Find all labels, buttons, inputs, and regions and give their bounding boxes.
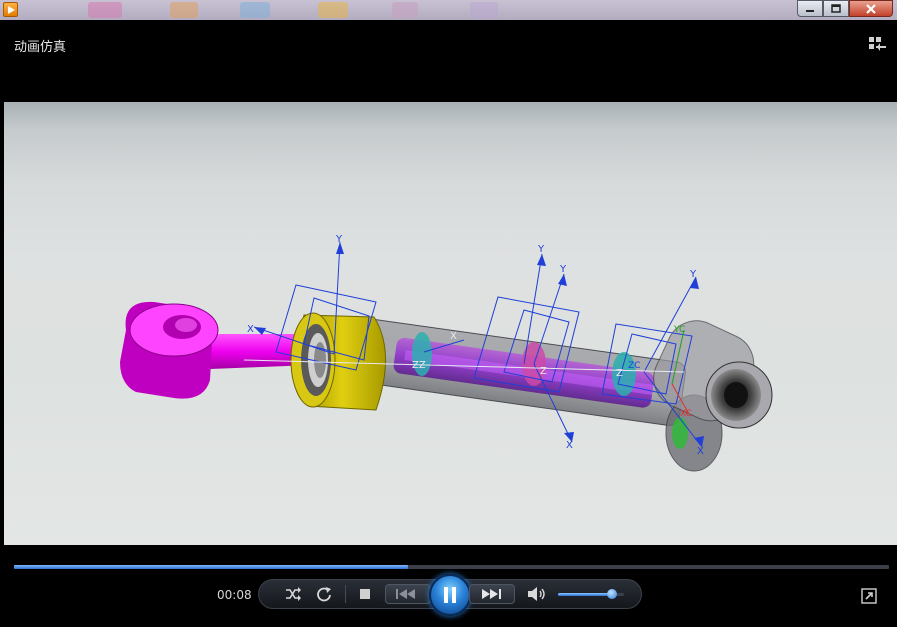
shuffle-icon: [286, 587, 301, 601]
stop-icon: [360, 589, 370, 599]
volume-icon: [528, 587, 545, 601]
video-title: 动画仿真: [14, 40, 67, 55]
blurred-background: [88, 2, 122, 18]
close-icon: [866, 3, 876, 14]
volume-level: [558, 593, 613, 596]
switch-to-library-button[interactable]: [860, 587, 878, 605]
axis-label-z: Z: [540, 366, 547, 377]
axis-label-x: X: [247, 324, 254, 335]
axis-label-y: Y: [559, 264, 567, 275]
expand-icon: [861, 588, 877, 604]
seek-progress: [14, 565, 408, 569]
axis-label-zc: ZC: [628, 361, 640, 371]
minimize-icon: [806, 9, 814, 12]
next-button[interactable]: [469, 584, 515, 604]
shuffle-button[interactable]: [283, 585, 303, 603]
axis-label-y: Y: [689, 269, 697, 280]
blurred-background: [470, 2, 498, 18]
seek-bar[interactable]: [14, 565, 889, 569]
maximize-button[interactable]: [823, 0, 849, 17]
axis-label-x: X: [450, 331, 457, 342]
video-viewport[interactable]: Y X Y Y X Y X X ZZ Z Z ZC YC XC: [4, 102, 897, 545]
axis-label-x: X: [697, 446, 704, 457]
layout-toggle-icon: [869, 37, 886, 51]
axis-label-x: X: [566, 440, 573, 451]
axis-label-yc: YC: [673, 325, 685, 335]
repeat-button[interactable]: [314, 585, 334, 603]
volume-slider[interactable]: [558, 589, 624, 599]
play-pause-button[interactable]: [429, 574, 471, 616]
previous-icon: [396, 589, 415, 599]
window-controls: [797, 0, 893, 18]
blurred-background: [170, 2, 198, 18]
player-controls: 00:08: [0, 545, 897, 627]
elapsed-time: 00:08: [217, 588, 252, 602]
repeat-icon: [317, 587, 331, 602]
minimize-button[interactable]: [797, 0, 823, 17]
app-icon[interactable]: [3, 2, 18, 17]
rod-end-eye: [120, 301, 219, 399]
axis-label-xc: XC: [680, 409, 692, 419]
close-button[interactable]: [849, 0, 893, 17]
axis-label-zz: ZZ: [412, 360, 426, 371]
stop-button[interactable]: [355, 585, 375, 603]
mute-button[interactable]: [526, 585, 548, 603]
divider: [345, 585, 346, 603]
simulation-scene: Y X Y Y X Y X X ZZ Z Z ZC YC XC: [120, 234, 773, 472]
window-titlebar: [0, 0, 897, 20]
previous-button[interactable]: [385, 584, 431, 604]
next-icon: [482, 589, 501, 599]
blurred-background: [318, 2, 348, 18]
switch-layout-button[interactable]: [869, 36, 887, 55]
maximize-icon: [831, 4, 841, 13]
axis-label-y: Y: [335, 234, 343, 245]
axis-label-z: Z: [616, 368, 623, 379]
axis-label-y: Y: [537, 244, 545, 255]
blurred-background: [240, 2, 270, 18]
blurred-background: [392, 2, 418, 18]
pause-icon: [444, 587, 456, 603]
player-header: 动画仿真: [4, 26, 897, 102]
